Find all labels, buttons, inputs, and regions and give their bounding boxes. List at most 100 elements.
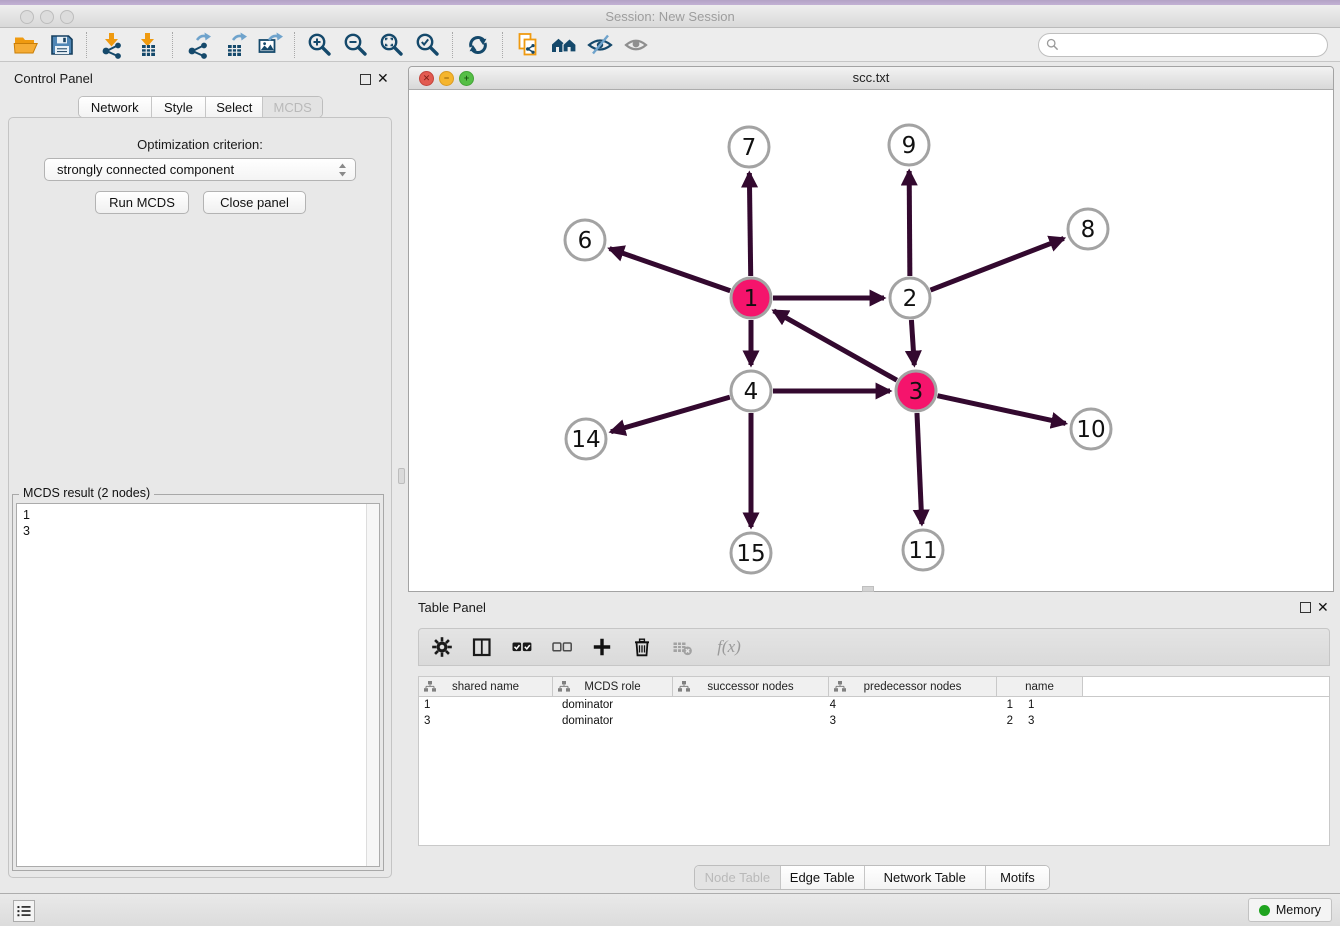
zoom-selected-button[interactable] [410, 30, 446, 60]
table-panel-close-icon[interactable]: ✕ [1317, 599, 1329, 616]
cell-successor-nodes[interactable]: 3 [681, 713, 846, 729]
open-file-button[interactable] [8, 30, 44, 60]
hierarchy-icon [678, 681, 690, 692]
cell-mcds-role[interactable]: dominator [557, 697, 681, 713]
window-title: Session: New Session [0, 9, 1340, 24]
edge-1-7[interactable] [749, 173, 750, 276]
export-table-icon [220, 31, 248, 59]
edge-2-9[interactable] [909, 171, 910, 276]
table-panel-float-icon[interactable] [1300, 602, 1311, 613]
criterion-select[interactable]: strongly connected component [44, 158, 356, 181]
column-header-successor-nodes[interactable]: successor nodes [673, 677, 829, 696]
node-label-8: 8 [1081, 217, 1096, 243]
result-scrollbar[interactable] [366, 504, 379, 866]
edge-3-11[interactable] [917, 413, 922, 524]
add-row-icon [591, 636, 613, 658]
table-body: 1dominator4113dominator323 [419, 697, 1329, 729]
columns-button[interactable] [469, 634, 495, 660]
node-label-4: 4 [744, 379, 759, 405]
add-row-button[interactable] [589, 634, 615, 660]
tab-mcds[interactable]: MCDS [262, 97, 322, 117]
network-canvas[interactable]: 1234678910111415 [410, 89, 1334, 592]
delete-table-button[interactable] [669, 634, 695, 660]
result-line: 1 [23, 507, 373, 523]
export-network-button[interactable] [180, 30, 216, 60]
tab-network[interactable]: Network [79, 97, 151, 117]
export-table-button[interactable] [216, 30, 252, 60]
column-header-mcds-role[interactable]: MCDS role [553, 677, 673, 696]
hide-selected-icon [586, 31, 614, 59]
zoom-fit-button[interactable] [374, 30, 410, 60]
cell-name[interactable]: 1 [1023, 697, 1113, 713]
control-panel-close-icon[interactable]: ✕ [377, 70, 389, 87]
tab-select[interactable]: Select [205, 97, 262, 117]
memory-button[interactable]: Memory [1248, 898, 1332, 922]
import-network-button[interactable] [94, 30, 130, 60]
first-neighbors-button[interactable] [546, 30, 582, 60]
toolbar-separator [294, 32, 296, 58]
edge-4-14[interactable] [611, 397, 730, 432]
table-row[interactable]: 1dominator411 [419, 697, 1329, 713]
tab-node-table[interactable]: Node Table [695, 866, 780, 889]
function-builder-button[interactable]: f(x) [709, 634, 749, 660]
refresh-icon [464, 31, 492, 59]
cell-predecessor-nodes[interactable]: 1 [846, 697, 1023, 713]
export-image-button[interactable] [252, 30, 288, 60]
edge-3-1[interactable] [774, 311, 897, 380]
tab-network-table[interactable]: Network Table [864, 866, 985, 889]
zoom-selected-icon [414, 31, 442, 59]
network-view-titlebar[interactable]: ✕ − + scc.txt [409, 67, 1333, 90]
deselect-all-icon [551, 636, 573, 658]
tab-motifs[interactable]: Motifs [985, 866, 1049, 889]
mcds-result-textarea[interactable]: 13 [16, 503, 380, 867]
refresh-button[interactable] [460, 30, 496, 60]
toolbar-separator [502, 32, 504, 58]
save-session-button[interactable] [44, 30, 80, 60]
cell-shared-name[interactable]: 1 [419, 697, 557, 713]
edge-2-3[interactable] [911, 320, 914, 365]
run-mcds-button[interactable]: Run MCDS [95, 191, 189, 214]
column-header-shared-name[interactable]: shared name [419, 677, 553, 696]
function-icon: f(x) [717, 637, 741, 657]
hierarchy-icon [834, 681, 846, 692]
hierarchy-icon [558, 681, 570, 692]
zoom-in-button[interactable] [302, 30, 338, 60]
tab-edge-table[interactable]: Edge Table [780, 866, 864, 889]
delete-row-button[interactable] [629, 634, 655, 660]
settings-button[interactable] [429, 634, 455, 660]
import-table-button[interactable] [130, 30, 166, 60]
columns-icon [471, 636, 493, 658]
edge-2-8[interactable] [931, 238, 1064, 290]
network-view-window: ✕ − + scc.txt 1234678910111415 [408, 66, 1334, 592]
cell-successor-nodes[interactable]: 4 [681, 697, 846, 713]
close-panel-button[interactable]: Close panel [203, 191, 306, 214]
cell-predecessor-nodes[interactable]: 2 [846, 713, 1023, 729]
panel-splitter-grip[interactable] [398, 468, 405, 484]
tab-style[interactable]: Style [151, 97, 206, 117]
window-titlebar: Session: New Session [0, 5, 1340, 28]
toolbar-separator [452, 32, 454, 58]
table-row[interactable]: 3dominator323 [419, 713, 1329, 729]
chevron-up-down-icon [338, 162, 347, 178]
task-history-button[interactable] [13, 900, 35, 922]
zoom-in-icon [306, 31, 334, 59]
control-panel-title: Control Panel [14, 71, 93, 86]
network-resize-grip[interactable] [862, 586, 874, 592]
column-header-name[interactable]: name [997, 677, 1083, 696]
edge-3-10[interactable] [937, 396, 1065, 424]
column-header-predecessor-nodes[interactable]: predecessor nodes [829, 677, 997, 696]
import-table-icon [134, 31, 162, 59]
deselect-all-button[interactable] [549, 634, 575, 660]
cell-mcds-role[interactable]: dominator [557, 713, 681, 729]
graphics-details-button[interactable] [618, 30, 654, 60]
hide-selected-button[interactable] [582, 30, 618, 60]
edge-1-6[interactable] [610, 249, 731, 291]
zoom-out-button[interactable] [338, 30, 374, 60]
duplicate-network-button[interactable] [510, 30, 546, 60]
select-all-button[interactable] [509, 634, 535, 660]
search-input[interactable] [1038, 33, 1328, 57]
cell-shared-name[interactable]: 3 [419, 713, 557, 729]
zoom-fit-icon [378, 31, 406, 59]
cell-name[interactable]: 3 [1023, 713, 1113, 729]
control-panel-float-icon[interactable] [360, 74, 371, 85]
